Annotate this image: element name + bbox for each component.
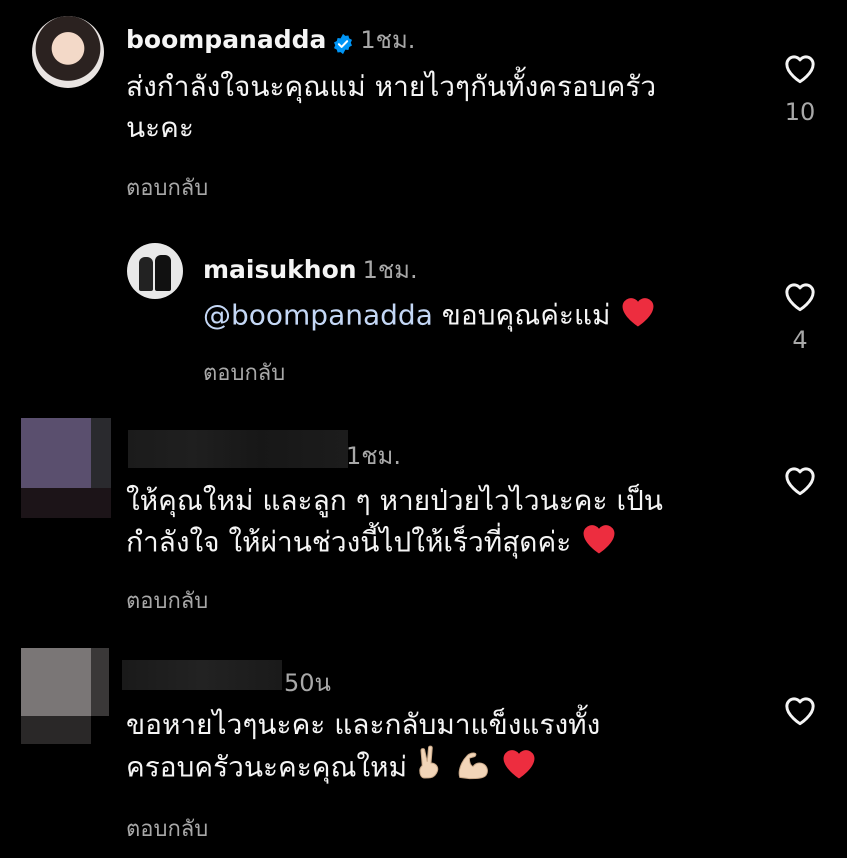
comment-text-line: ครอบครัวนะคะคุณใหม่ — [126, 750, 408, 784]
like-button[interactable] — [780, 278, 820, 316]
comment-username[interactable]: boompanadda — [126, 25, 326, 54]
avatar[interactable] — [127, 243, 183, 299]
avatar[interactable] — [21, 648, 111, 744]
red-heart-emoji — [580, 521, 618, 566]
avatar[interactable] — [32, 16, 104, 88]
like-button[interactable] — [780, 462, 820, 500]
comment-item: 50น ขอหายไวๆนะคะ และกลับมาแข็งแรงทั้ง คร… — [0, 630, 847, 858]
comment-time: 50น — [284, 669, 331, 697]
avatar[interactable] — [21, 418, 111, 518]
heart-outline-icon — [785, 55, 815, 84]
reply-button[interactable]: ตอบกลับ — [126, 583, 208, 618]
like-button[interactable] — [780, 692, 820, 730]
reply-button[interactable]: ตอบกลับ — [203, 355, 285, 390]
reply-button[interactable]: ตอบกลับ — [126, 811, 208, 846]
like-count: 10 — [784, 98, 816, 126]
comment-text-line: ส่งกำลังใจนะคุณแม่ หายไวๆกันทั้งครอบครัว — [126, 70, 657, 103]
red-heart-emoji — [619, 294, 657, 339]
comment-item: boompanadda 1ชม. ส่งกำลังใจนะคุณแม่ หายไว… — [0, 0, 847, 220]
comment-text: ขอบคุณค่ะแม่ — [441, 298, 611, 332]
comment-time: 1ชม. — [346, 442, 402, 470]
comment-time: 1ชม. — [360, 26, 416, 54]
heart-outline-icon — [785, 467, 815, 496]
red-heart-emoji — [500, 746, 538, 791]
username-redacted — [128, 430, 348, 468]
reply-button[interactable]: ตอบกลับ — [126, 170, 208, 205]
victory-hand-emoji — [416, 745, 446, 792]
heart-outline-icon — [785, 697, 815, 726]
comment-text-line: กำลังใจ ให้ผ่านช่วงนี้ไปให้เร็วที่สุดค่ะ — [126, 525, 572, 559]
verified-badge-icon — [332, 33, 354, 55]
comment-time: 1ชม. — [362, 256, 418, 284]
flexed-biceps-emoji — [455, 746, 491, 791]
username-redacted — [122, 660, 282, 690]
like-count: 4 — [792, 326, 808, 354]
mention-link[interactable]: @boompanadda — [203, 299, 433, 332]
comment-text-line: ขอหายไวๆนะคะ และกลับมาแข็งแรงทั้ง — [126, 708, 601, 741]
comment-text-line: นะคะ — [126, 111, 194, 144]
reply-comment-item: maisukhon 1ชม. @boompanadda ขอบคุณค่ะแม่ … — [0, 220, 847, 400]
comment-text-line: ให้คุณใหม่ และลูก ๆ หายป่วยไวไวนะคะ เป็น — [126, 484, 663, 517]
like-button[interactable] — [780, 50, 820, 88]
comment-item: 1ชม. ให้คุณใหม่ และลูก ๆ หายป่วยไวไวนะคะ… — [0, 400, 847, 630]
heart-outline-icon — [785, 283, 815, 312]
comment-username[interactable]: maisukhon — [203, 255, 357, 284]
